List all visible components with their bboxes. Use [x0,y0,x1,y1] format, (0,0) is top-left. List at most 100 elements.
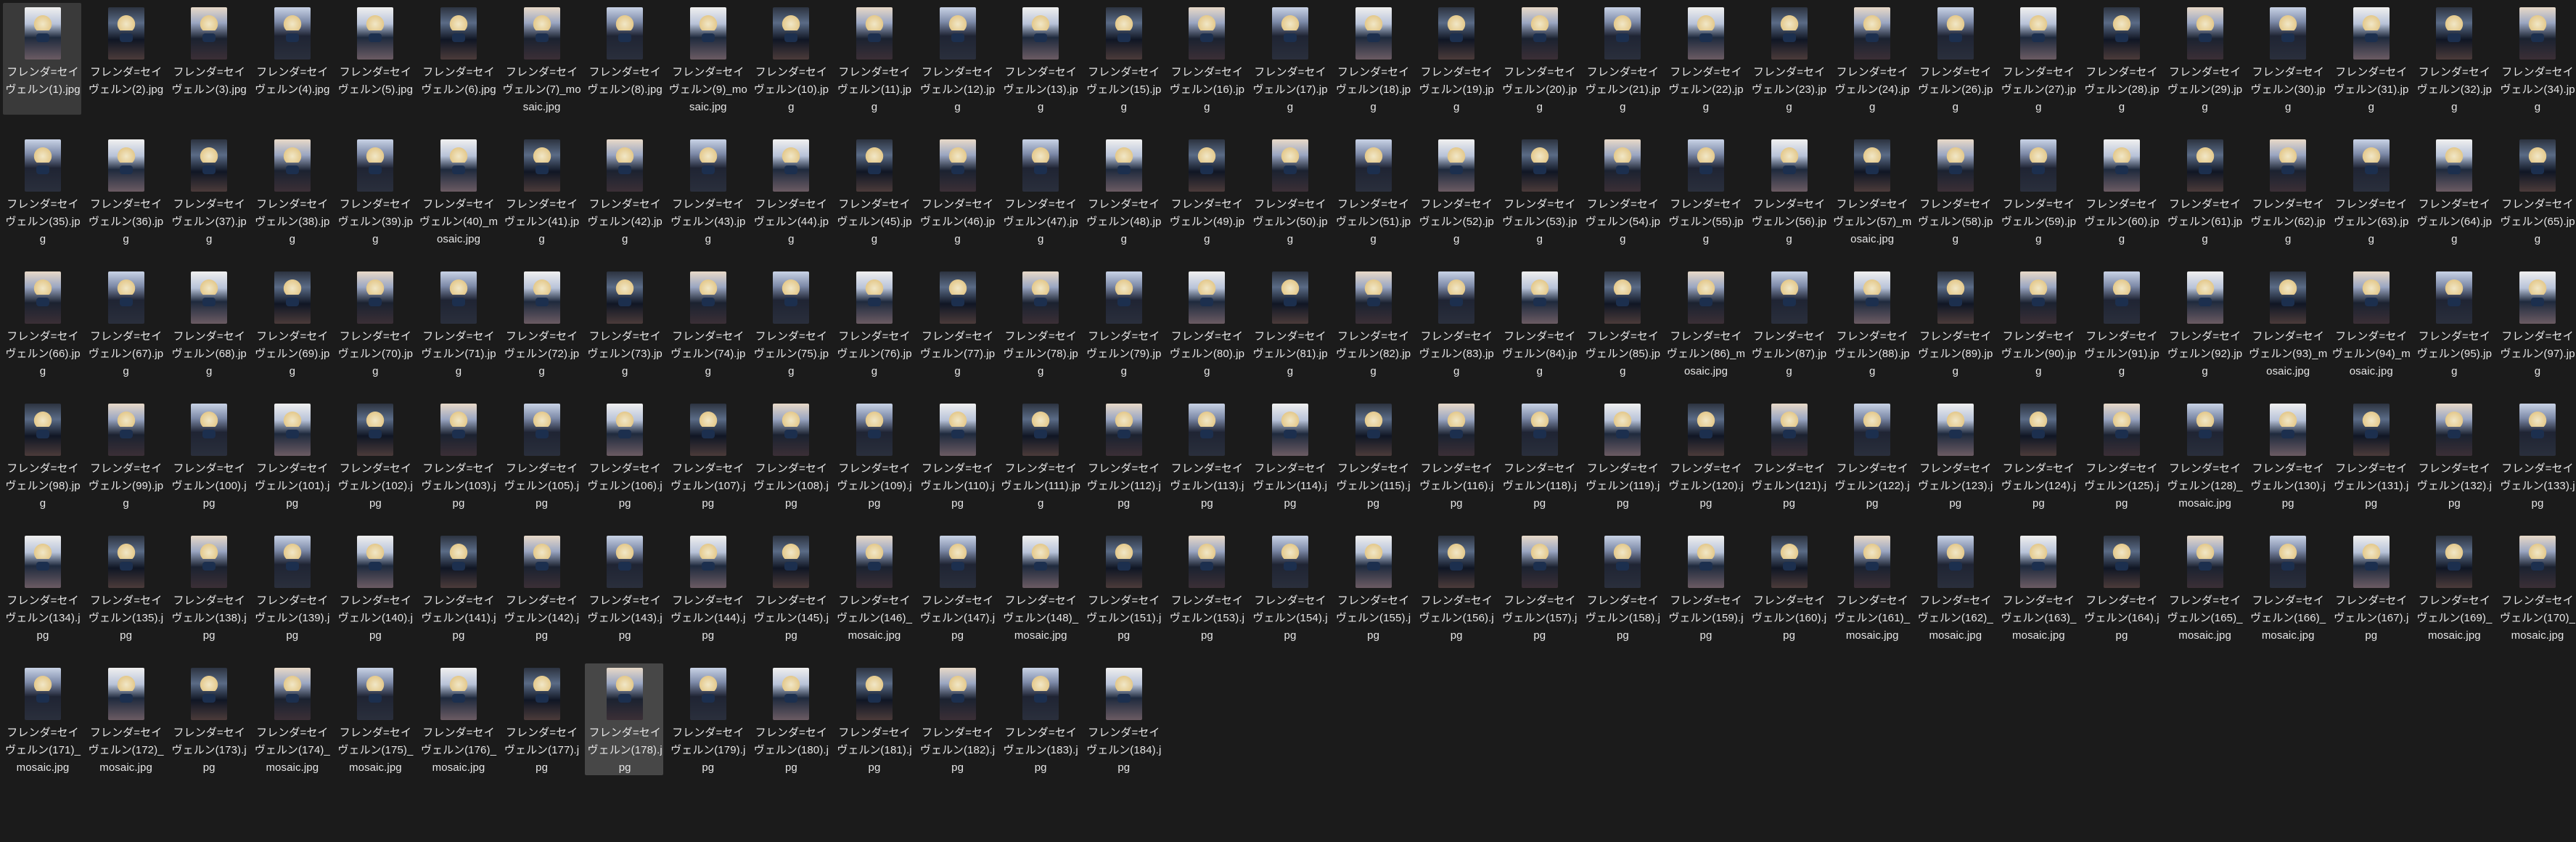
image-thumbnail[interactable] [1521,536,1558,588]
image-thumbnail[interactable] [1937,139,1974,192]
image-thumbnail[interactable] [1771,139,1808,192]
image-thumbnail[interactable] [1771,7,1808,60]
image-thumbnail[interactable] [939,139,976,192]
image-thumbnail[interactable] [939,404,976,456]
image-thumbnail[interactable] [2519,271,2556,324]
image-thumbnail[interactable] [2104,271,2140,324]
image-thumbnail[interactable] [25,271,61,324]
image-thumbnail[interactable] [1688,271,1724,324]
image-thumbnail[interactable] [1771,404,1808,456]
image-thumbnail[interactable] [856,536,893,588]
image-thumbnail[interactable] [689,404,726,456]
image-thumbnail[interactable] [1105,139,1142,192]
image-thumbnail[interactable] [2104,139,2140,192]
image-thumbnail[interactable] [1272,139,1308,192]
image-thumbnail[interactable] [1438,404,1475,456]
image-thumbnail[interactable] [773,7,810,60]
image-thumbnail[interactable] [2519,536,2556,588]
image-thumbnail[interactable] [1937,404,1974,456]
image-thumbnail[interactable] [1604,271,1641,324]
image-thumbnail[interactable] [1105,271,1142,324]
image-thumbnail[interactable] [107,271,144,324]
image-thumbnail[interactable] [357,7,394,60]
image-thumbnail[interactable] [1438,7,1475,60]
image-thumbnail[interactable] [1272,271,1308,324]
image-thumbnail[interactable] [1438,536,1475,588]
image-thumbnail[interactable] [773,404,810,456]
image-thumbnail[interactable] [2270,139,2307,192]
image-thumbnail[interactable] [191,536,228,588]
image-thumbnail[interactable] [2186,139,2223,192]
image-thumbnail[interactable] [2186,536,2223,588]
image-thumbnail[interactable] [357,668,394,720]
image-thumbnail[interactable] [1105,536,1142,588]
image-thumbnail[interactable] [2104,404,2140,456]
image-thumbnail[interactable] [1937,536,1974,588]
image-thumbnail[interactable] [107,7,144,60]
image-thumbnail[interactable] [939,7,976,60]
image-thumbnail[interactable] [1521,404,1558,456]
image-thumbnail[interactable] [25,404,61,456]
image-thumbnail[interactable] [357,271,394,324]
image-thumbnail[interactable] [1189,536,1226,588]
image-thumbnail[interactable] [1355,7,1392,60]
image-thumbnail[interactable] [274,404,311,456]
image-thumbnail[interactable] [1022,139,1059,192]
image-thumbnail[interactable] [1438,271,1475,324]
image-thumbnail[interactable] [274,536,311,588]
image-thumbnail[interactable] [689,668,726,720]
image-thumbnail[interactable] [689,139,726,192]
image-thumbnail[interactable] [939,536,976,588]
image-thumbnail[interactable] [440,668,477,720]
image-thumbnail[interactable] [2186,7,2223,60]
image-thumbnail[interactable] [2020,536,2057,588]
image-thumbnail[interactable] [2186,404,2223,456]
image-thumbnail[interactable] [1771,271,1808,324]
image-thumbnail[interactable] [1022,536,1059,588]
image-thumbnail[interactable] [2353,404,2390,456]
image-thumbnail[interactable] [1688,404,1724,456]
image-thumbnail[interactable] [607,271,644,324]
image-thumbnail[interactable] [607,404,644,456]
image-thumbnail[interactable] [107,668,144,720]
image-thumbnail[interactable] [2519,404,2556,456]
image-thumbnail[interactable] [1604,139,1641,192]
image-thumbnail[interactable] [607,139,644,192]
image-thumbnail[interactable] [1272,7,1308,60]
image-thumbnail[interactable] [856,404,893,456]
image-thumbnail[interactable] [1022,271,1059,324]
image-thumbnail[interactable] [2270,404,2307,456]
image-thumbnail[interactable] [1688,7,1724,60]
image-thumbnail[interactable] [191,271,228,324]
image-thumbnail[interactable] [107,536,144,588]
image-thumbnail[interactable] [1355,404,1392,456]
image-thumbnail[interactable] [1355,536,1392,588]
image-thumbnail[interactable] [856,7,893,60]
image-thumbnail[interactable] [856,139,893,192]
image-thumbnail[interactable] [2020,7,2057,60]
image-thumbnail[interactable] [1604,404,1641,456]
image-thumbnail[interactable] [191,7,228,60]
image-thumbnail[interactable] [607,668,644,720]
image-thumbnail[interactable] [1022,404,1059,456]
image-thumbnail[interactable] [357,139,394,192]
image-thumbnail[interactable] [2104,536,2140,588]
image-thumbnail[interactable] [1189,139,1226,192]
image-thumbnail[interactable] [440,536,477,588]
image-thumbnail[interactable] [440,139,477,192]
image-thumbnail[interactable] [1521,271,1558,324]
image-thumbnail[interactable] [856,271,893,324]
image-thumbnail[interactable] [357,536,394,588]
image-thumbnail[interactable] [607,7,644,60]
image-thumbnail[interactable] [773,668,810,720]
image-thumbnail[interactable] [1521,139,1558,192]
image-thumbnail[interactable] [1688,536,1724,588]
image-thumbnail[interactable] [939,271,976,324]
image-thumbnail[interactable] [1854,404,1891,456]
image-thumbnail[interactable] [2353,139,2390,192]
image-thumbnail[interactable] [1105,668,1142,720]
image-thumbnail[interactable] [25,536,61,588]
image-thumbnail[interactable] [523,668,560,720]
image-thumbnail[interactable] [773,536,810,588]
image-thumbnail[interactable] [1355,271,1392,324]
